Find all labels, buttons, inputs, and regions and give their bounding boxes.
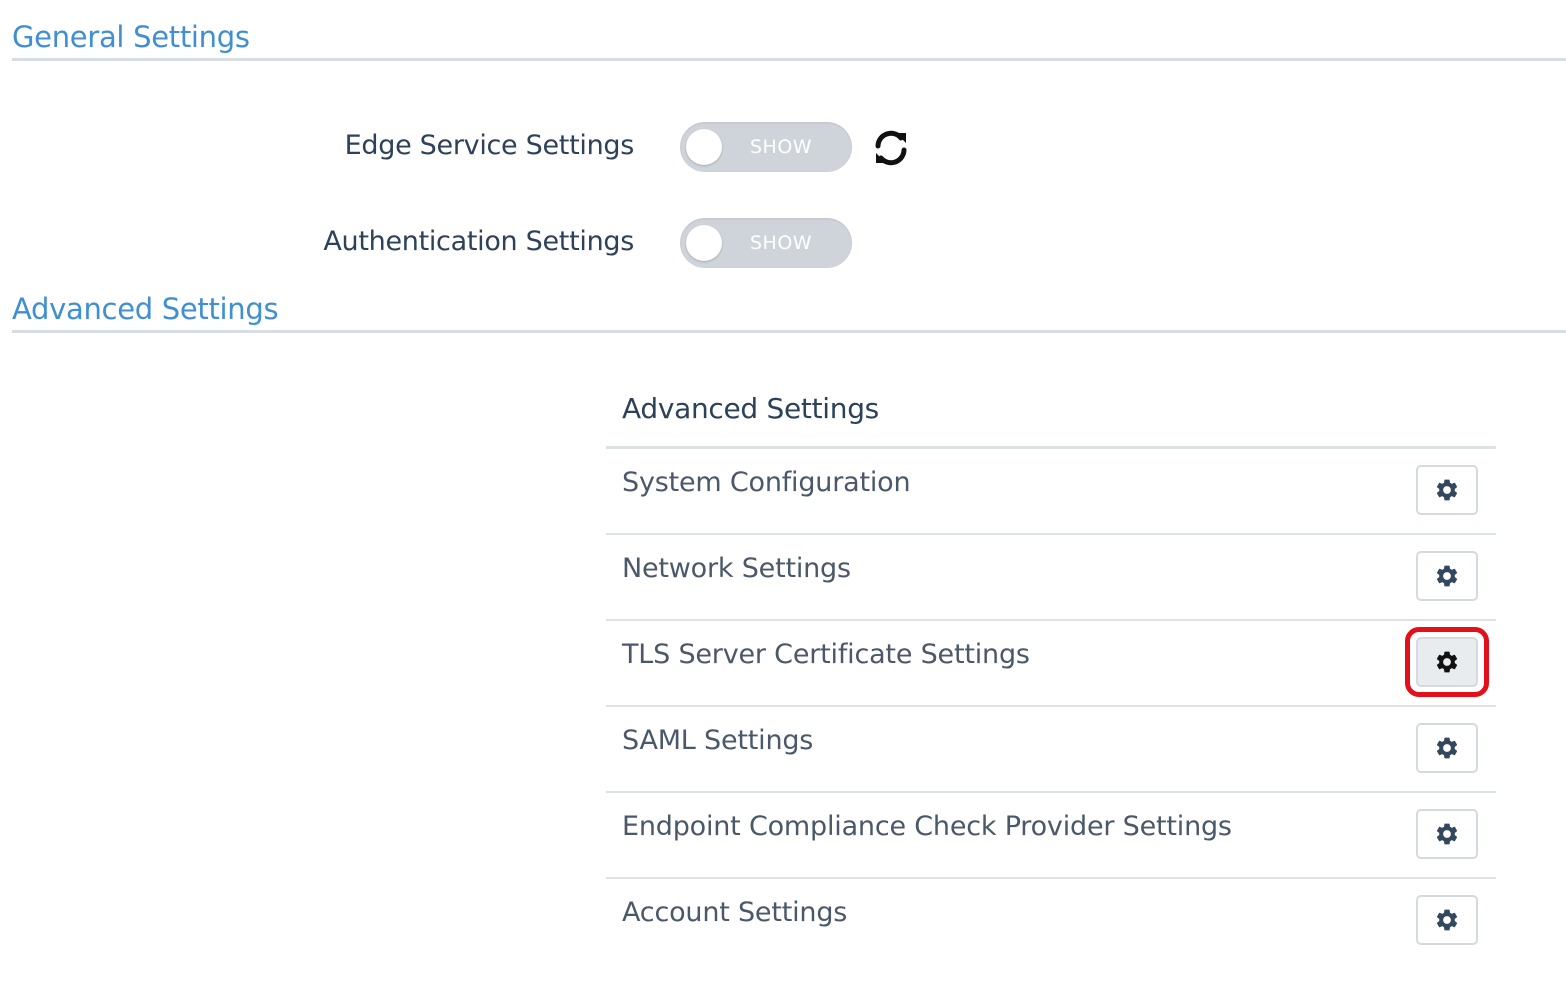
endpoint-compliance-settings-button[interactable] (1416, 809, 1478, 859)
toggle-knob (686, 225, 722, 261)
gear-icon (1436, 479, 1458, 501)
row-label: Endpoint Compliance Check Provider Setti… (622, 811, 1232, 842)
edge-service-settings-toggle[interactable]: SHOW (680, 122, 852, 172)
table-row-endpoint-compliance-check-provider-settings: Endpoint Compliance Check Provider Setti… (606, 793, 1496, 879)
gear-icon (1436, 909, 1458, 931)
saml-settings-button[interactable] (1416, 723, 1478, 773)
toggle-knob (686, 129, 722, 165)
advanced-settings-table-header: Advanced Settings (606, 380, 1496, 449)
advanced-settings-title: Advanced Settings (12, 292, 279, 326)
authentication-settings-label: Authentication Settings (323, 226, 634, 257)
table-row-tls-server-certificate-settings: TLS Server Certificate Settings (606, 621, 1496, 707)
edge-service-settings-row: Edge Service Settings SHOW (0, 122, 1000, 172)
row-label: SAML Settings (622, 725, 814, 756)
row-label: Network Settings (622, 553, 851, 584)
table-row-account-settings: Account Settings (606, 879, 1496, 963)
row-label: TLS Server Certificate Settings (622, 639, 1030, 670)
settings-page: General Settings Edge Service Settings S… (0, 0, 1566, 1000)
network-settings-button[interactable] (1416, 551, 1478, 601)
system-configuration-settings-button[interactable] (1416, 465, 1478, 515)
gear-icon (1436, 651, 1458, 673)
general-settings-divider (12, 58, 1566, 61)
gear-icon (1436, 565, 1458, 587)
tls-server-certificate-settings-button[interactable] (1405, 627, 1489, 697)
gear-icon (1436, 737, 1458, 759)
advanced-settings-table: Advanced Settings System Configuration N… (606, 380, 1496, 963)
advanced-settings-divider (12, 330, 1566, 333)
authentication-settings-toggle[interactable]: SHOW (680, 218, 852, 268)
account-settings-button[interactable] (1416, 895, 1478, 945)
table-row-saml-settings: SAML Settings (606, 707, 1496, 793)
general-settings-title: General Settings (12, 20, 250, 54)
authentication-settings-row: Authentication Settings SHOW (0, 218, 1000, 268)
edge-service-settings-label: Edge Service Settings (344, 130, 635, 161)
table-row-network-settings: Network Settings (606, 535, 1496, 621)
toggle-show-text: SHOW (750, 232, 813, 254)
toggle-show-text: SHOW (750, 136, 813, 158)
refresh-icon[interactable] (870, 127, 912, 169)
row-label: System Configuration (622, 467, 911, 498)
table-row-system-configuration: System Configuration (606, 449, 1496, 535)
table-header-label: Advanced Settings (622, 392, 879, 425)
gear-icon (1436, 823, 1458, 845)
row-label: Account Settings (622, 897, 848, 928)
